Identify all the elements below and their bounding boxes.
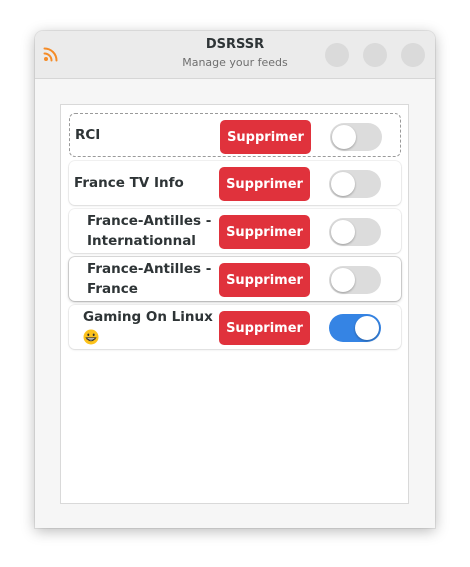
app-window: DSRSSR Manage your feeds RCI Supprimer F… xyxy=(35,31,435,528)
delete-button[interactable]: Supprimer xyxy=(219,263,310,297)
feed-row-france-tv-info[interactable]: France TV Info Supprimer xyxy=(69,161,401,205)
switch-knob xyxy=(331,268,355,292)
feed-row-france-antilles-france[interactable]: France-Antilles - France Supprimer xyxy=(69,257,401,301)
enable-switch[interactable] xyxy=(329,170,381,198)
feed-list: RCI Supprimer France TV Info Supprimer F… xyxy=(60,104,409,504)
feed-name: Gaming On Linux xyxy=(83,309,213,325)
close-button[interactable] xyxy=(401,43,425,67)
enable-switch[interactable] xyxy=(330,123,382,151)
feed-name: France TV Info xyxy=(74,175,184,191)
title-block: DSRSSR Manage your feeds xyxy=(135,37,335,70)
rss-icon[interactable] xyxy=(43,46,59,62)
feed-name: France-Antilles - Internationnal xyxy=(87,213,212,249)
feed-row-rci[interactable]: RCI Supprimer xyxy=(69,113,401,157)
window-title: DSRSSR xyxy=(205,37,265,52)
window-subtitle: Manage your feeds xyxy=(182,56,288,69)
grinning-face-icon xyxy=(83,329,99,345)
switch-knob xyxy=(332,125,356,149)
delete-button[interactable]: Supprimer xyxy=(219,215,310,249)
minimize-button[interactable] xyxy=(325,43,349,67)
feed-row-france-antilles-internationnal[interactable]: France-Antilles - Internationnal Supprim… xyxy=(69,209,401,253)
switch-knob xyxy=(355,316,379,340)
delete-button[interactable]: Supprimer xyxy=(220,120,311,154)
feed-row-gaming-on-linux[interactable]: Gaming On Linux Supprimer xyxy=(69,305,401,349)
switch-knob xyxy=(331,220,355,244)
header-bar: DSRSSR Manage your feeds xyxy=(35,31,435,79)
feed-name: France-Antilles - France xyxy=(87,261,212,297)
delete-button[interactable]: Supprimer xyxy=(219,167,310,201)
switch-knob xyxy=(331,172,355,196)
feed-label: Gaming On Linux xyxy=(83,307,218,347)
enable-switch[interactable] xyxy=(329,218,381,246)
feed-name: RCI xyxy=(75,127,101,143)
maximize-button[interactable] xyxy=(363,43,387,67)
delete-button[interactable]: Supprimer xyxy=(219,311,310,345)
enable-switch[interactable] xyxy=(329,314,381,342)
enable-switch[interactable] xyxy=(329,266,381,294)
